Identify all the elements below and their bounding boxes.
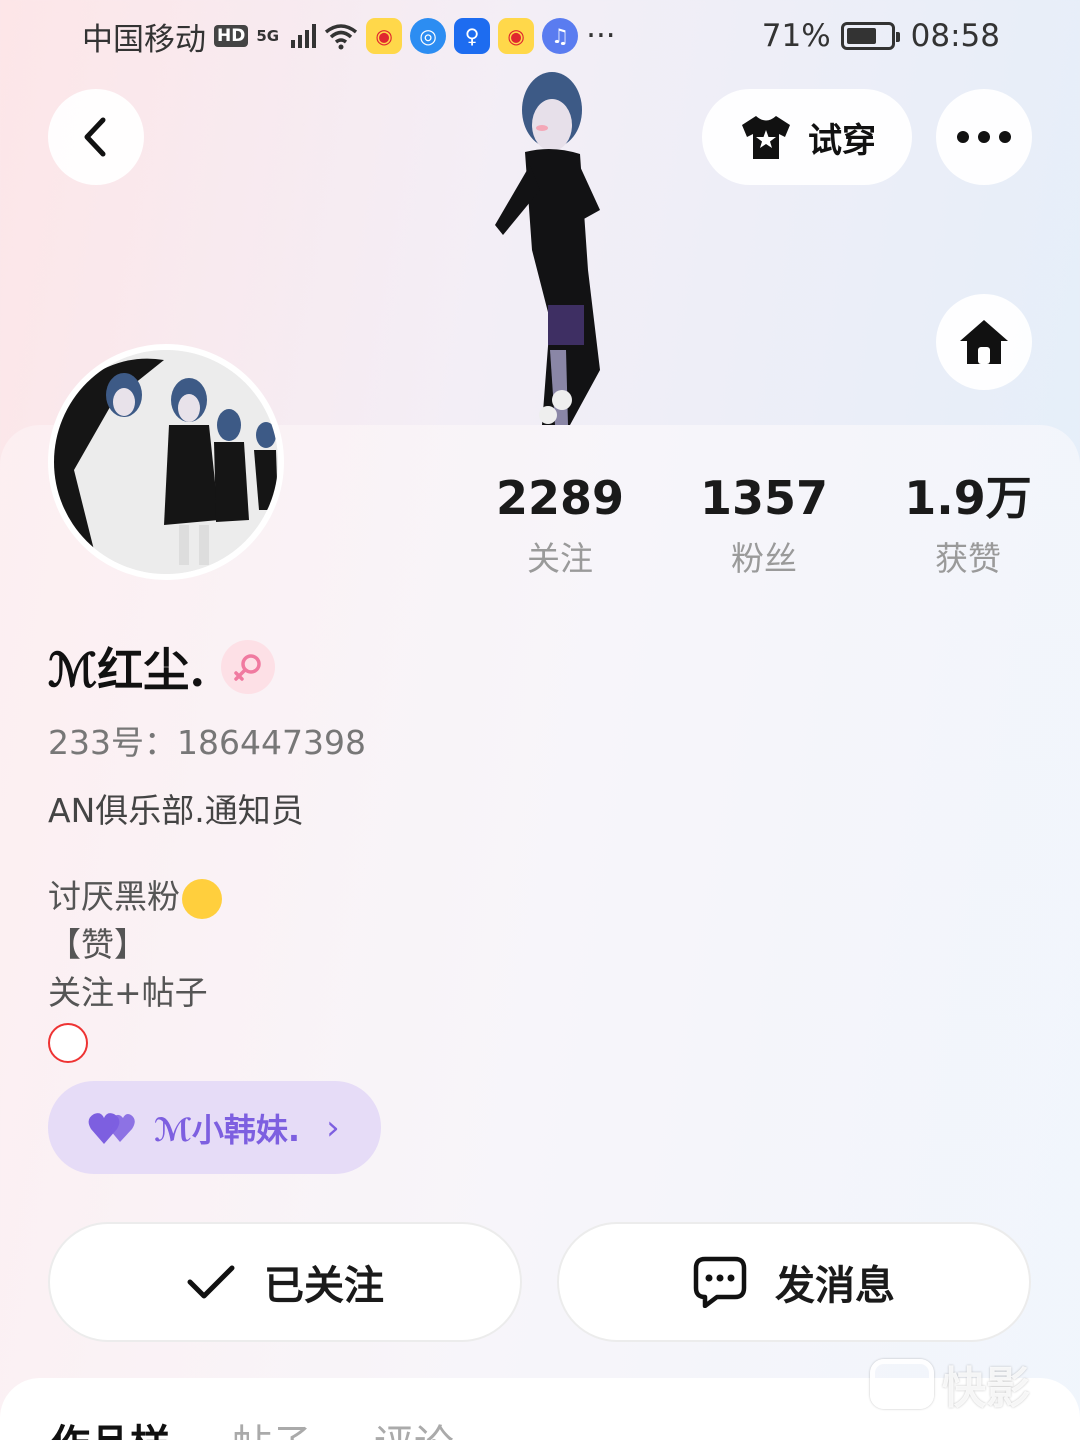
back-button[interactable] <box>48 89 144 185</box>
weibo-icon: ◉ <box>366 18 403 54</box>
chevron-right-icon: › <box>326 1107 340 1148</box>
send-message-label: 发消息 <box>775 1263 895 1309</box>
hd-badge: HD <box>214 25 249 47</box>
check-icon <box>187 1265 235 1299</box>
username: ℳ红尘. <box>48 643 206 697</box>
user-id: 233号：186447398 <box>48 723 366 762</box>
kuaiying-watermark: 快影 <box>870 1352 1030 1416</box>
bio-title: AN俱乐部.通知员 <box>48 791 304 830</box>
female-icon <box>221 640 276 694</box>
followed-button[interactable]: 已关注 <box>48 1222 522 1342</box>
try-on-label: 试穿 <box>808 120 876 161</box>
avatar-image <box>54 350 278 574</box>
video-camera-icon <box>870 1359 934 1409</box>
partner-name: ℳ小韩妹. <box>154 1110 301 1149</box>
home-button[interactable] <box>936 294 1032 390</box>
stat-following[interactable]: 2289 关注 <box>458 470 662 580</box>
send-message-button[interactable]: 发消息 <box>557 1222 1031 1342</box>
battery-icon <box>840 22 900 50</box>
signal-icon <box>291 24 317 48</box>
profile-stats: 2289 关注 1357 粉丝 1.9万 获赞 <box>458 470 1070 580</box>
followers-count: 1357 <box>699 471 829 525</box>
likes-count: 1.9万 <box>904 471 1032 525</box>
following-label: 关注 <box>527 539 593 578</box>
likes-label: 获赞 <box>935 539 1001 578</box>
browser-icon: ◎ <box>410 18 447 54</box>
chevron-left-icon <box>84 117 106 157</box>
bio-line: 讨厌黑粉 <box>48 877 180 916</box>
status-bar-left: 中国移动 HD 5G ◉ ◎ ♀ ◉ ♫ ··· <box>82 14 616 59</box>
wifi-icon <box>325 24 358 50</box>
tab-comments[interactable]: 评论 <box>374 1412 454 1440</box>
watermark-text: 快影 <box>942 1363 1030 1414</box>
bio-line: 【赞】 <box>48 925 147 964</box>
followers-label: 粉丝 <box>731 539 797 578</box>
partner-badge[interactable]: ℳ小韩妹. › <box>48 1081 381 1174</box>
content-tabs: 作品样 帖子 评论 <box>50 1412 454 1440</box>
status-bar: 中国移动 HD 5G ◉ ◎ ♀ ◉ ♫ ··· 71% 08:58 <box>0 0 1080 72</box>
music-icon: ♫ <box>542 18 579 54</box>
status-bar-right: 71% 08:58 <box>762 18 1000 54</box>
username-row: ℳ红尘. <box>48 634 276 700</box>
lightbulb-app-icon: ♀ <box>454 18 491 54</box>
stat-likes[interactable]: 1.9万 获赞 <box>866 470 1070 580</box>
chat-bubble-icon <box>693 1256 747 1308</box>
home-icon <box>960 320 1008 364</box>
character-figure <box>495 72 600 425</box>
ellipsis-icon <box>957 131 1011 143</box>
try-on-button[interactable]: 试穿 <box>702 89 912 185</box>
tab-posts[interactable]: 帖子 <box>232 1412 312 1440</box>
bio-line: 关注+帖子 <box>48 973 208 1012</box>
network-label: 5G <box>256 27 280 45</box>
clock: 08:58 <box>910 18 1000 54</box>
tab-works[interactable]: 作品样 <box>50 1412 170 1440</box>
followed-label: 已关注 <box>264 1263 384 1309</box>
more-options-button[interactable] <box>936 89 1032 185</box>
bio: 讨厌黑粉 【赞】 关注+帖子 <box>48 873 222 1065</box>
weibo-icon: ◉ <box>498 18 535 54</box>
battery-percent: 71% <box>761 18 831 54</box>
stat-followers[interactable]: 1357 粉丝 <box>662 470 866 580</box>
double-heart-icon <box>88 1112 135 1144</box>
carrier-label: 中国移动 <box>82 21 206 58</box>
laughing-emoji-icon <box>182 878 222 919</box>
following-count: 2289 <box>495 471 625 525</box>
overflow-indicator: ··· <box>586 18 616 54</box>
avatar[interactable] <box>48 344 284 580</box>
tshirt-star-icon <box>742 116 790 159</box>
clown-emoji-icon <box>48 1022 88 1063</box>
